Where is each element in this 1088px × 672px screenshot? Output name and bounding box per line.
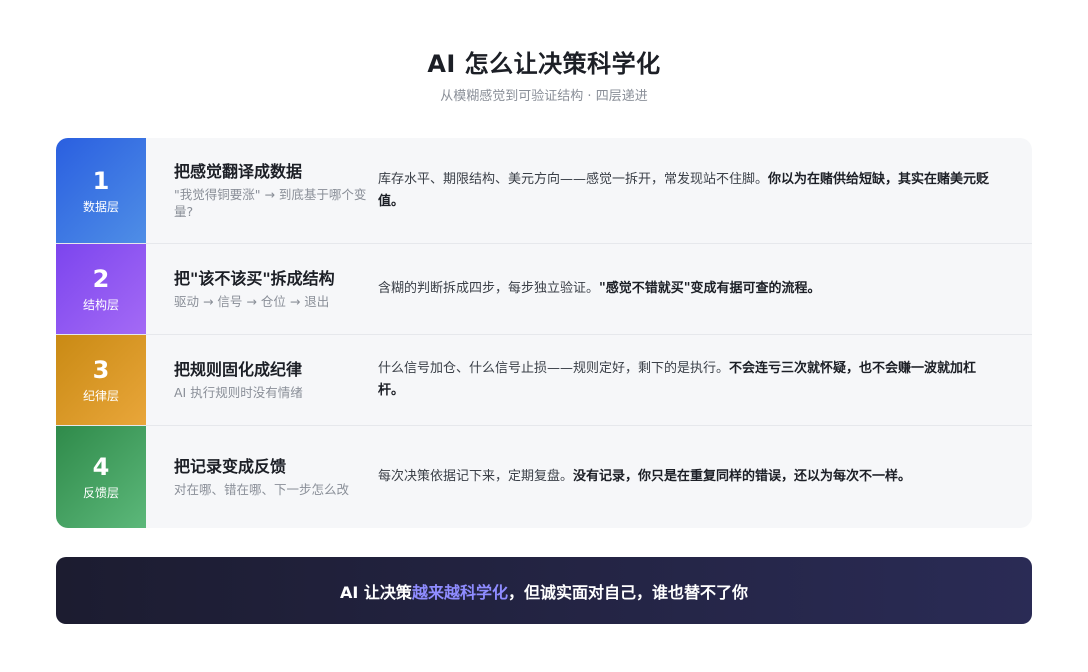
layer-label: 结构层: [82, 298, 119, 312]
layer-heading: 把感觉翻译成数据: [174, 162, 303, 181]
layer-summary: 把记录变成反馈 对在哪、错在哪、下一步怎么改: [174, 456, 378, 498]
page-title: AI 怎么让决策科学化: [427, 50, 661, 78]
layer-list: 1 数据层 把感觉翻译成数据 "我觉得铜要涨" → 到底基于哪个变量? 库存水平…: [56, 138, 1032, 528]
layer-number: 1: [92, 166, 110, 195]
layer-description: 每次决策依据记下来，定期复盘。没有记录，你只是在重复同样的错误，还以为每次不一样…: [378, 466, 1000, 488]
layer-label: 纪律层: [82, 389, 119, 403]
layer-heading: 把记录变成反馈: [174, 457, 287, 476]
layer-badge: 3 纪律层: [56, 335, 146, 425]
layer-heading: 把规则固化成纪律: [174, 360, 303, 379]
layer-subheading: "我觉得铜要涨" → 到底基于哪个变量?: [174, 187, 367, 219]
layer-summary: 把规则固化成纪律 AI 执行规则时没有情绪: [174, 359, 378, 401]
layer-label: 反馈层: [82, 486, 119, 500]
layer-description: 库存水平、期限结构、美元方向——感觉一拆开，常发现站不住脚。你以为在赌供给短缺，…: [378, 169, 1000, 213]
layer-row-feedback: 4 反馈层 把记录变成反馈 对在哪、错在哪、下一步怎么改 每次决策依据记下来，定…: [56, 425, 1032, 528]
layer-row-structure: 2 结构层 把"该不该买"拆成结构 驱动 → 信号 → 仓位 → 退出 含糊的判…: [56, 243, 1032, 334]
layer-badge: 1 数据层: [56, 138, 146, 243]
layer-subheading: AI 执行规则时没有情绪: [174, 385, 303, 400]
layer-summary: 把感觉翻译成数据 "我觉得铜要涨" → 到底基于哪个变量?: [174, 161, 378, 220]
banner-highlight: 越来越科学化: [411, 582, 508, 602]
page-subtitle: 从模糊感觉到可验证结构 · 四层递进: [440, 89, 648, 104]
layer-description-text: 每次决策依据记下来，定期复盘。: [378, 469, 574, 484]
layer-number: 3: [92, 356, 110, 384]
layer-subheading: 驱动 → 信号 → 仓位 → 退出: [174, 294, 330, 309]
layer-description-text: 库存水平、期限结构、美元方向——感觉一拆开，常发现站不住脚。: [378, 171, 769, 187]
layer-number: 4: [92, 453, 110, 481]
banner-prefix: AI 让决策: [340, 582, 412, 602]
layer-label: 数据层: [82, 199, 119, 214]
layer-row-data: 1 数据层 把感觉翻译成数据 "我觉得铜要涨" → 到底基于哪个变量? 库存水平…: [56, 138, 1032, 243]
layer-badge: 4 反馈层: [56, 426, 146, 528]
layer-description: 含糊的判断拆成四步，每步独立验证。"感觉不错就买"变成有据可查的流程。: [378, 278, 1000, 300]
layer-description-text: 含糊的判断拆成四步，每步独立验证。: [378, 281, 600, 296]
page-header: AI 怎么让决策科学化 从模糊感觉到可验证结构 · 四层递进: [0, 46, 1088, 106]
layer-row-discipline: 3 纪律层 把规则固化成纪律 AI 执行规则时没有情绪 什么信号加仓、什么信号止…: [56, 334, 1032, 425]
layer-description: 什么信号加仓、什么信号止损——规则定好，剩下的是执行。不会连亏三次就怀疑，也不会…: [378, 358, 1000, 402]
layer-summary: 把"该不该买"拆成结构 驱动 → 信号 → 仓位 → 退出: [174, 268, 378, 310]
layer-description-emphasis: 没有记录，你只是在重复同样的错误，还以为每次不一样。: [573, 469, 912, 484]
layer-description-emphasis: "感觉不错就买"变成有据可查的流程。: [599, 281, 821, 296]
layer-number: 2: [92, 265, 110, 293]
conclusion-banner: AI 让决策 越来越科学化 ，但诚实面对自己，谁也替不了你: [56, 557, 1032, 624]
layer-heading: 把"该不该买"拆成结构: [174, 269, 335, 288]
layer-description-text: 什么信号加仓、什么信号止损——规则定好，剩下的是执行。: [378, 361, 730, 376]
banner-suffix: ，但诚实面对自己，谁也替不了你: [507, 582, 748, 602]
layer-badge: 2 结构层: [56, 244, 146, 334]
layer-subheading: 对在哪、错在哪、下一步怎么改: [174, 482, 350, 497]
